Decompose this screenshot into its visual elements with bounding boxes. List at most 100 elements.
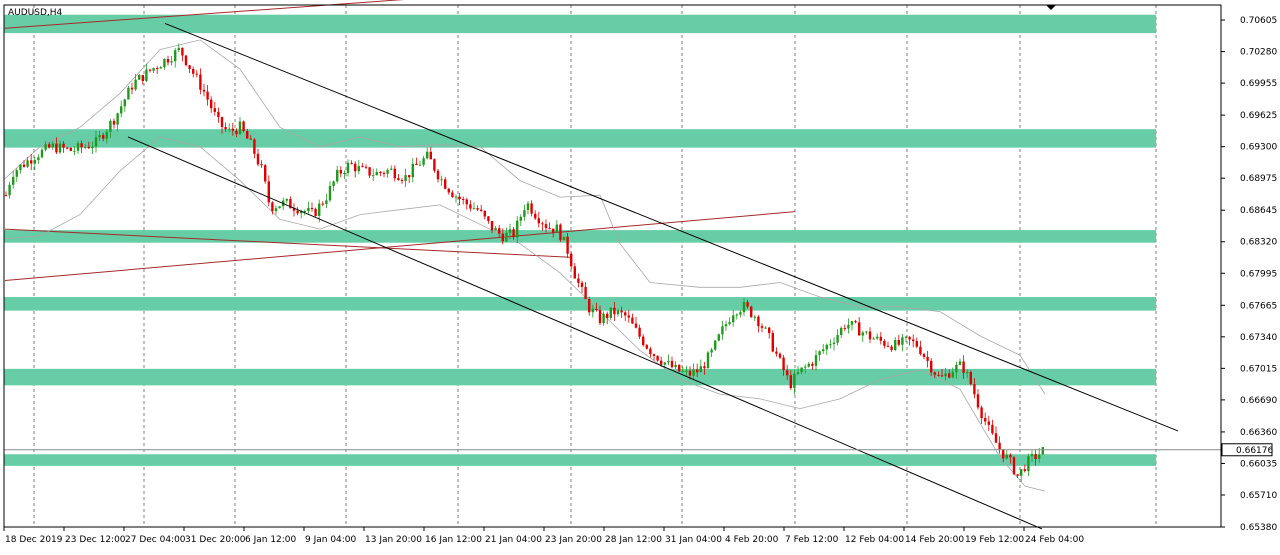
candle-body [375, 172, 378, 176]
candle-body [174, 50, 177, 62]
candle-body [768, 327, 771, 333]
candle-body [552, 228, 555, 233]
candle-body [894, 340, 897, 350]
x-tick-label: 24 Feb 04:00 [1025, 535, 1084, 545]
y-tick-label: 0.66360 [1240, 428, 1277, 438]
candle-body [796, 372, 800, 374]
candle-body [253, 139, 256, 154]
candle-body [73, 150, 76, 152]
candle-body [339, 170, 342, 174]
candle-body [544, 224, 548, 229]
candle-body [937, 374, 940, 376]
candle-body [1016, 474, 1019, 476]
y-tick-label: 0.68975 [1240, 174, 1277, 184]
candle-body [249, 138, 252, 140]
chart-window[interactable]: 0.70605 0.70280 0.69955 0.69625 0.69300 0.689… [0, 0, 1280, 551]
candle-body [843, 327, 846, 329]
candle-body [440, 179, 443, 181]
x-tick-label: 28 Jan 12:00 [605, 535, 662, 545]
candle-body [184, 55, 188, 66]
candle-body [267, 181, 270, 203]
candle-body [822, 349, 825, 352]
candle-body [508, 229, 512, 233]
y-tick-label: 0.70605 [1240, 16, 1277, 26]
candle-body [786, 370, 789, 376]
y-tick-label: 0.67015 [1240, 364, 1277, 374]
candle-body [541, 223, 544, 225]
candle-body [422, 158, 425, 165]
candle-body [238, 121, 242, 134]
candle-body [865, 331, 868, 333]
candle-body [901, 337, 904, 345]
candle-body [523, 210, 526, 217]
candle-body [692, 369, 695, 376]
candle-body [933, 372, 936, 375]
candle-body [505, 232, 508, 242]
x-tick-label: 19 Feb 12:00 [965, 535, 1024, 545]
candle-body [591, 308, 594, 313]
candle-body [4, 195, 8, 197]
candle-body [811, 363, 814, 366]
candle-body [112, 120, 116, 125]
candle-body [854, 321, 857, 323]
candle-body [328, 186, 332, 201]
candle-body [404, 175, 407, 181]
candle-body [800, 367, 803, 373]
y-tick-label: 0.69300 [1240, 143, 1277, 153]
candle-body [102, 135, 105, 139]
candle-body [598, 310, 602, 324]
candle-body [231, 128, 234, 131]
candle-body [397, 178, 400, 180]
candle-body [321, 203, 324, 205]
y-tick-label: 0.68645 [1240, 206, 1277, 216]
candle-body [202, 89, 206, 92]
candle-body [386, 169, 389, 174]
price-chart[interactable]: 0.70605 0.70280 0.69955 0.69625 0.69300 0.689… [0, 0, 1280, 551]
candle-body [188, 65, 191, 69]
candle-body [134, 79, 137, 90]
candle-body [224, 127, 227, 130]
candle-body [325, 200, 328, 204]
candle-body [976, 394, 980, 408]
candle-body [303, 211, 306, 212]
candle-body [912, 339, 915, 342]
x-tick-label: 14 Feb 20:00 [905, 535, 964, 545]
candle-body [408, 175, 411, 178]
candle-body [602, 313, 605, 324]
candle-body [199, 74, 202, 90]
candle-body [537, 218, 540, 224]
x-tick-label: 21 Jan 04:00 [485, 535, 542, 545]
candle-body [364, 166, 368, 168]
zone-band [4, 230, 1156, 243]
candle-body [850, 321, 854, 325]
candle-body [732, 315, 735, 323]
zone-band [4, 14, 1156, 34]
candle-body [886, 345, 890, 347]
candle-body [12, 176, 15, 185]
x-tick-label: 12 Feb 04:00 [845, 535, 904, 545]
x-tick-label: 4 Feb 20:00 [725, 535, 779, 545]
candle-body [487, 216, 490, 221]
candle-body [433, 159, 436, 171]
candle-body [318, 203, 321, 216]
candle-body [80, 143, 83, 148]
candle-body [177, 47, 180, 51]
candle-body [793, 373, 796, 388]
x-tick-label: 9 Jan 04:00 [305, 535, 357, 545]
candle-body [746, 302, 749, 307]
candle-body [123, 99, 126, 107]
candle-body [22, 164, 26, 167]
candle-body [832, 342, 836, 345]
candle-body [512, 229, 515, 238]
candle-body [444, 179, 447, 189]
candle-body [483, 210, 486, 217]
x-tick-label: 6 Jan 12:00 [245, 535, 297, 545]
candle-body [116, 113, 119, 125]
candle-body [210, 99, 213, 109]
y-tick-label: 0.67995 [1240, 269, 1277, 279]
candle-body [627, 315, 630, 318]
candle-body [206, 91, 209, 100]
candle-body [66, 147, 69, 149]
candle-body [775, 351, 778, 354]
candle-body [37, 157, 40, 160]
